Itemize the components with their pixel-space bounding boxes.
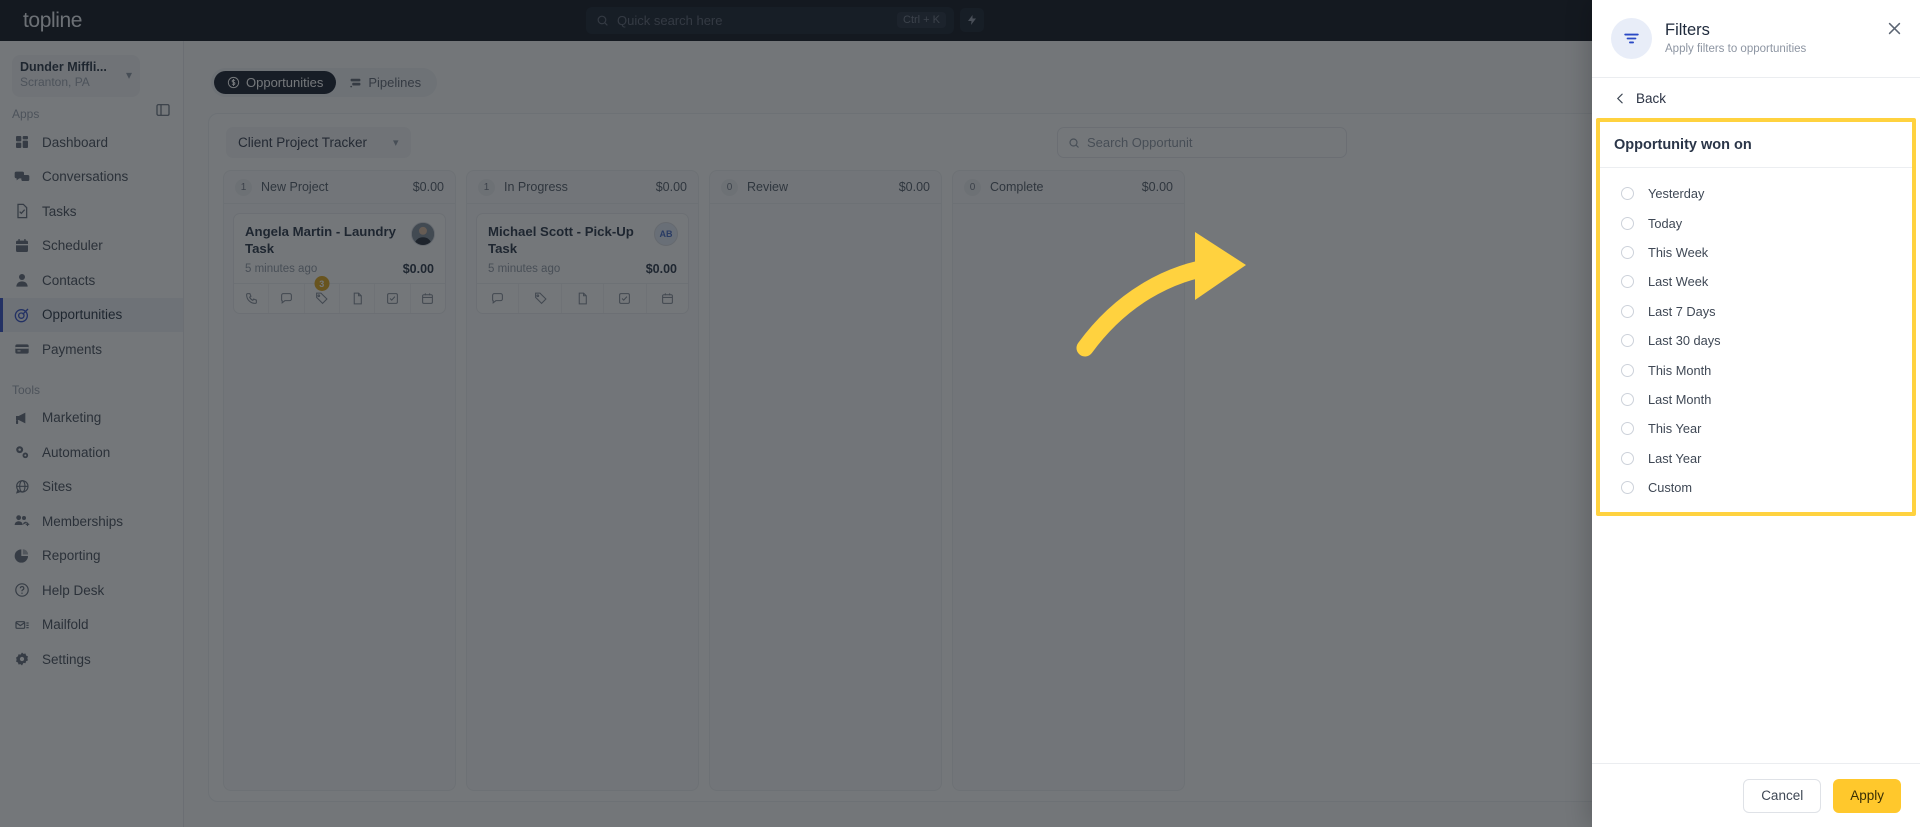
filter-option-custom[interactable]: Custom (1600, 473, 1912, 502)
chevron-left-icon (1616, 93, 1623, 103)
drawer-subtitle: Apply filters to opportunities (1665, 43, 1807, 55)
radio-icon[interactable] (1621, 334, 1634, 348)
app-root: topline Quick search here Ctrl + K Dunde… (0, 0, 1920, 827)
back-label: Back (1636, 90, 1667, 106)
radio-icon[interactable] (1621, 392, 1634, 406)
radio-icon[interactable] (1621, 422, 1634, 436)
close-icon[interactable] (1884, 18, 1904, 38)
filter-option-label: Last 7 Days (1648, 303, 1716, 319)
filter-option-last-year[interactable]: Last Year (1600, 444, 1912, 473)
filter-option-label: Yesterday (1648, 186, 1705, 202)
filter-option-label: Last Year (1648, 450, 1702, 466)
filter-option-this-month[interactable]: This Month (1600, 355, 1912, 384)
filter-option-this-year[interactable]: This Year (1600, 414, 1912, 443)
highlighted-filter-group: Opportunity won on Yesterday Today This … (1596, 118, 1916, 517)
radio-icon[interactable] (1621, 363, 1634, 377)
filter-option-label: Custom (1648, 480, 1693, 496)
drawer-title-group: Filters Apply filters to opportunities (1665, 20, 1806, 57)
filter-option-last-month[interactable]: Last Month (1600, 385, 1912, 414)
filter-option-yesterday[interactable]: Yesterday (1600, 179, 1912, 208)
filter-glyph (1624, 33, 1639, 44)
filter-option-last-7-days[interactable]: Last 7 Days (1600, 297, 1912, 326)
filter-group-title: Opportunity won on (1600, 122, 1912, 168)
radio-icon[interactable] (1621, 451, 1634, 465)
drawer-footer: Cancel Apply (1592, 763, 1920, 827)
close-glyph (1888, 22, 1900, 34)
drawer-header: Filters Apply filters to opportunities (1592, 0, 1920, 78)
radio-icon[interactable] (1621, 216, 1634, 230)
filter-option-label: Last Month (1648, 391, 1712, 407)
back-button[interactable]: Back (1592, 78, 1920, 118)
radio-icon[interactable] (1621, 275, 1634, 289)
filters-body: Opportunity won on Yesterday Today This … (1592, 118, 1920, 763)
filter-option-label: Last Week (1648, 274, 1709, 290)
filter-icon (1611, 18, 1652, 59)
radio-icon[interactable] (1621, 245, 1634, 259)
apply-button[interactable]: Apply (1833, 778, 1901, 813)
radio-icon[interactable] (1621, 481, 1634, 495)
filter-option-today[interactable]: Today (1600, 208, 1912, 237)
radio-icon[interactable] (1621, 304, 1634, 318)
filter-option-label: This Month (1648, 362, 1712, 378)
drawer-title: Filters (1665, 21, 1710, 39)
cancel-button[interactable]: Cancel (1743, 778, 1822, 813)
filter-option-label: Today (1648, 215, 1683, 231)
filter-option-this-week[interactable]: This Week (1600, 238, 1912, 267)
filter-option-last-week[interactable]: Last Week (1600, 267, 1912, 296)
filter-option-label: This Year (1648, 421, 1702, 437)
filter-option-label: This Week (1648, 244, 1709, 260)
filter-option-last-30-days[interactable]: Last 30 days (1600, 326, 1912, 355)
filters-drawer: Filters Apply filters to opportunities B… (1592, 0, 1920, 827)
filter-options-list: Yesterday Today This Week Last Week Last… (1600, 168, 1912, 512)
radio-icon[interactable] (1621, 187, 1634, 201)
filter-option-label: Last 30 days (1648, 333, 1721, 349)
